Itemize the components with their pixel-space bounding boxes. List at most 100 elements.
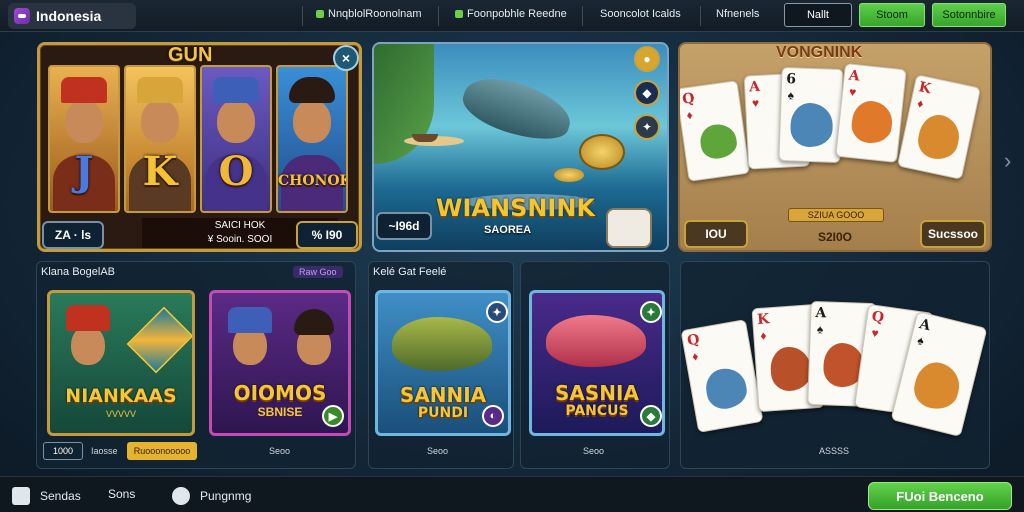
- footer-item-label: Sendas: [40, 489, 81, 503]
- nav-link-1[interactable]: Nnqblol​Roonolnam: [316, 8, 422, 20]
- section-left-tag: Raw Goo: [293, 266, 343, 278]
- card-suit: ♠: [816, 322, 824, 337]
- featured-fishing-panel[interactable]: WIANSNINK SAOREA ~I96d: [372, 42, 669, 252]
- slot-left-pill[interactable]: ZA · ls: [42, 221, 104, 249]
- character-headdress: [137, 77, 183, 103]
- jumping-fish: [456, 68, 578, 150]
- card-suit: ♥: [751, 95, 760, 111]
- game-tile[interactable]: SANNIA PUNDI ✦ ◐: [375, 290, 511, 436]
- login-button[interactable]: Nallt: [784, 3, 852, 27]
- coin-icon[interactable]: ●: [634, 46, 660, 72]
- diamond-emblem: [126, 306, 192, 374]
- footer-cta-button[interactable]: FUoi Benceno: [868, 482, 1012, 510]
- footer-item-label: Pungnmg: [200, 489, 252, 503]
- card-suit: ♠: [787, 88, 795, 103]
- shield-icon[interactable]: ◆: [634, 80, 660, 106]
- character-face: [293, 99, 331, 143]
- tile-meta-text: ASSSS: [819, 446, 850, 456]
- playing-card: 6 ♠: [778, 66, 844, 164]
- card-suit: ♦: [916, 96, 925, 112]
- dice-icon[interactable]: [606, 208, 652, 248]
- card-fish-art: [849, 99, 895, 146]
- chevron-right-icon[interactable]: ›: [1004, 148, 1011, 174]
- tile-meta-badge[interactable]: Ruooonooooo: [127, 442, 197, 460]
- compass-icon[interactable]: ✦: [634, 114, 660, 140]
- signup-button[interactable]: Stoom: [859, 3, 925, 27]
- game-tile-title: OIOMOS: [233, 381, 327, 405]
- play-icon[interactable]: ◐: [482, 405, 504, 427]
- top-navigation-bar: Indonesia Nnqblol​Roonolnam Foonpobhle R…: [0, 0, 1024, 32]
- star-icon[interactable]: ✦: [486, 301, 508, 323]
- playing-card: Q ♦: [680, 80, 751, 182]
- featured-slot-panel[interactable]: GUN J K O CHONOK ZA · ls SAICI HOK ¥ Soo…: [37, 42, 362, 252]
- reel-symbol: K: [142, 148, 178, 195]
- tile-meta-pill[interactable]: 1000: [43, 442, 83, 460]
- card-suit: ♦: [691, 348, 700, 364]
- nav-link-3[interactable]: Sooncolot Icalds: [600, 8, 681, 20]
- card-rank: 6: [785, 71, 797, 88]
- reel-symbol: CHONOK: [278, 173, 348, 189]
- brand-name: Indonesia: [36, 8, 102, 24]
- palm-foliage: [374, 44, 434, 164]
- card-fish-art: [703, 365, 750, 412]
- character-face: [65, 99, 103, 143]
- extra-action-button[interactable]: Sotonnbire: [932, 3, 1006, 27]
- card-fish-art: [914, 111, 964, 163]
- card-rank: Q: [686, 331, 701, 350]
- section-middle-a: Kelé Gat Feelé SANNIA PUNDI ✦ ◐ Seoo: [368, 261, 514, 469]
- play-icon[interactable]: ▶: [322, 405, 344, 427]
- cards-right-pill[interactable]: Sucssoo: [920, 220, 986, 248]
- character-face: [217, 99, 255, 143]
- reel-symbol: J: [74, 148, 94, 195]
- playing-card[interactable]: Q ♦: [680, 319, 764, 433]
- footer-item-label: Sons: [108, 487, 136, 501]
- section-right: Q ♦ K ♦ A ♠ Q ♥ A ♠ ASSSS: [680, 261, 990, 469]
- nav-divider: [582, 6, 583, 26]
- tile-meta-text: Iaosse: [91, 446, 118, 456]
- slot-right-pill[interactable]: % I90: [296, 221, 358, 249]
- nav-divider: [438, 6, 439, 26]
- card-rank: K: [917, 79, 933, 98]
- game-tile-subtitle: VVVVV: [105, 409, 136, 419]
- cards-ribbon: SZIUA GOOO: [788, 208, 884, 222]
- playing-card: K ♦: [896, 74, 982, 180]
- card-rank: Q: [681, 90, 696, 108]
- card-suit: ♥: [848, 84, 857, 100]
- featured-cards-panel[interactable]: VONGNINK Q ♦ A ♥ 6 ♠ A ♥ K ♦ SZIUA GOOO …: [678, 42, 992, 252]
- nav-divider: [700, 6, 701, 26]
- tile-meta-text: Seoo: [583, 446, 605, 456]
- nav-link-4[interactable]: Nfnenels: [716, 8, 759, 20]
- game-tile-title: SANNIA: [399, 383, 487, 407]
- game-tile[interactable]: NIANKAAS VVVVV: [47, 290, 195, 436]
- nav-link-2[interactable]: Foonpobhle Reedne: [455, 8, 567, 20]
- card-rank: A: [847, 67, 861, 85]
- slot-reel-4: CHONOK: [276, 65, 348, 213]
- card-suit: ♦: [685, 107, 694, 123]
- card-rank: A: [917, 316, 933, 335]
- character-hair: [294, 309, 334, 335]
- game-tile-title: SASNIA: [555, 381, 639, 405]
- character-headdress: [228, 307, 272, 333]
- nav-divider: [302, 6, 303, 26]
- footer-item-pungnmg[interactable]: Pungnmg: [172, 487, 251, 505]
- star-icon[interactable]: ✦: [640, 301, 662, 323]
- section-left: Klana BogelAB Raw Goo NIANKAAS VVVVV OIO…: [36, 261, 356, 469]
- game-tile[interactable]: OIOMOS SBNISE ▶: [209, 290, 351, 436]
- brand-logo-button[interactable]: Indonesia: [8, 3, 136, 29]
- footer-item-sons[interactable]: Sons: [108, 487, 135, 501]
- card-rank: A: [815, 305, 827, 322]
- nav-link-label: Foonpobhle Reedne: [467, 8, 567, 20]
- fishing-left-pill[interactable]: ~I96d: [376, 212, 432, 240]
- game-tile[interactable]: SASNIA PANCUS ✦ ◆: [529, 290, 665, 436]
- play-icon[interactable]: ◆: [640, 405, 662, 427]
- close-icon[interactable]: ×: [333, 45, 359, 71]
- footer-item-sendas[interactable]: Sendas: [12, 487, 81, 505]
- fishing-title: WIANSNINK: [436, 194, 596, 222]
- tile-meta-text: Seoo: [427, 446, 449, 456]
- nav-link-label: Sooncolot Icalds: [600, 8, 681, 20]
- character-face: [141, 99, 179, 143]
- card-suit: ♦: [759, 328, 767, 343]
- cards-left-pill[interactable]: IOU: [684, 220, 748, 248]
- card-rank: A: [748, 78, 761, 96]
- card-fish-art: [789, 102, 834, 148]
